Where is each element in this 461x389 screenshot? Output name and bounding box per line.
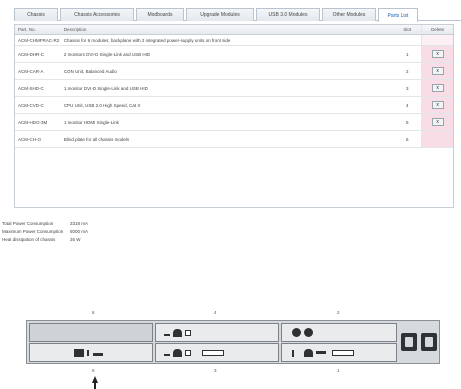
stat-value: 5000 mA: [70, 228, 89, 234]
part-number: ACM-CAR-A: [18, 68, 44, 74]
column-header-delete: Delete: [421, 25, 453, 34]
part-number: ACM-SHD-C: [18, 85, 44, 91]
delete-button[interactable]: x: [431, 50, 444, 58]
audio-jack-icon: [304, 328, 313, 337]
slot-label: 5: [92, 368, 95, 373]
slot-label: 4: [214, 310, 217, 315]
table-row: ACM-CH-O Blind plate for all chassis mod…: [15, 131, 454, 148]
led-icon: [164, 334, 170, 336]
tab-usb-modules[interactable]: USB 3.0 Modules: [256, 8, 320, 21]
power-stats: Total Power Consumption 3318 mA Maximum …: [2, 219, 110, 243]
part-description: 2 monitors DVI-D Single-Link and USB HID: [63, 51, 151, 57]
part-description: CON Unit, Balanced Audio: [63, 68, 117, 74]
table-row: ACM-HDO-3M 1 monitor HDMI Single-Link 5 …: [15, 114, 454, 131]
part-description: 1 monitor DVI-D Single-Link and USB HID: [63, 85, 148, 91]
stat-value: 26 W: [70, 236, 81, 242]
dvi-port-icon: [202, 350, 224, 356]
usb-port-icon: [185, 350, 191, 356]
part-description: CPU Unit, USB 2.0 High Speed, Cat X: [63, 102, 141, 108]
column-header-part[interactable]: Part. No.: [15, 27, 60, 32]
table-row: ACM-CHMFRAC-R2 Chassis for 6 modules, ba…: [15, 35, 454, 46]
usb-port-icon: [93, 353, 103, 356]
power-socket-icon: [421, 333, 437, 351]
usb-port-icon: [316, 351, 326, 354]
slot-number: 5: [405, 119, 409, 125]
slot-label: 1: [337, 368, 340, 373]
stat-label: Total Power Consumption: [2, 220, 54, 226]
led-icon: [164, 354, 170, 356]
column-header-slot[interactable]: Slot: [393, 27, 421, 32]
led-icon: [292, 350, 294, 357]
slot-number: 2: [405, 68, 409, 74]
dvi-port-icon: [332, 350, 354, 356]
part-description: Blind plate for all chassis models: [63, 136, 130, 142]
delete-cell: x: [421, 114, 454, 130]
delete-cell: x: [421, 97, 454, 113]
part-number: ACM-CH-O: [18, 136, 41, 142]
rj45-port-icon: [173, 349, 182, 357]
table-row: ACM-SHD-C 1 monitor DVI-D Single-Link an…: [15, 80, 454, 97]
indicator-icon: [87, 350, 89, 356]
slot-number: 3: [405, 85, 409, 91]
stat-label: Maximum Power Consumption: [2, 228, 64, 234]
slot-number: 4: [405, 102, 409, 108]
cursor-stem-icon: [94, 382, 96, 389]
delete-cell: x: [421, 63, 454, 79]
delete-cell: [421, 35, 454, 45]
part-description: 1 monitor HDMI Single-Link: [63, 119, 119, 125]
stat-label: Heat dissipation of chassis: [2, 236, 56, 242]
module-slot-4[interactable]: [155, 323, 279, 342]
delete-button[interactable]: x: [431, 118, 444, 126]
module-slot-3[interactable]: [155, 343, 279, 362]
delete-cell: [421, 131, 454, 147]
module-slot-6[interactable]: [29, 323, 153, 342]
module-slot-5[interactable]: [29, 343, 153, 362]
tab-modboards[interactable]: Modboards: [136, 8, 184, 21]
rj45-port-icon: [304, 349, 313, 357]
delete-cell: x: [421, 46, 454, 62]
part-number: ACM-CVD-C: [18, 102, 44, 108]
column-header-description[interactable]: Description: [60, 27, 393, 32]
usb-port-icon: [185, 330, 191, 336]
tab-parts-list[interactable]: Parts List: [378, 8, 418, 22]
tab-chassis-accessories[interactable]: Chassis Accessories: [60, 8, 134, 21]
part-description: Chassis for 6 modules, backplane with 2 …: [63, 37, 231, 43]
audio-jack-icon: [292, 328, 301, 337]
delete-button[interactable]: x: [431, 84, 444, 92]
slot-number: 1: [405, 51, 409, 57]
stat-row: Maximum Power Consumption 5000 mA: [2, 227, 110, 235]
tab-chassis[interactable]: Chassis: [14, 8, 58, 21]
delete-button[interactable]: x: [431, 101, 444, 109]
part-number: ACM-CHMFRAC-R2: [18, 37, 60, 43]
stat-row: Heat dissipation of chassis 26 W: [2, 235, 110, 243]
table-header: Part. No. Description Slot Delete: [15, 25, 453, 35]
chassis-rear-view: [26, 320, 440, 364]
slot-label: 3: [214, 368, 217, 373]
stat-value: 3318 mA: [70, 220, 89, 226]
slot-label: 6: [92, 310, 95, 315]
module-slot-2[interactable]: [281, 323, 397, 342]
slot-number: 6: [405, 136, 409, 142]
part-number: ACM-DHR-C: [18, 51, 44, 57]
power-socket-icon: [401, 333, 417, 351]
tab-upgrade-modules[interactable]: Upgrade Modules: [186, 8, 254, 21]
delete-button[interactable]: x: [431, 67, 444, 75]
tab-other-modules[interactable]: Other Modules: [322, 8, 376, 21]
stat-row: Total Power Consumption 3318 mA: [2, 219, 110, 227]
tab-bar: Chassis Chassis Accessories Modboards Up…: [14, 8, 461, 22]
rj45-port-icon: [173, 329, 182, 337]
module-slot-1[interactable]: [281, 343, 397, 362]
delete-cell: x: [421, 80, 454, 96]
parts-table: Part. No. Description Slot Delete ACM-CH…: [14, 24, 454, 208]
slot-label: 2: [337, 310, 340, 315]
table-row: ACM-CVD-C CPU Unit, USB 2.0 High Speed, …: [15, 97, 454, 114]
part-number: ACM-HDO-3M: [18, 119, 48, 125]
table-row: ACM-DHR-C 2 monitors DVI-D Single-Link a…: [15, 46, 454, 63]
hdmi-port-icon: [74, 349, 84, 357]
table-row: ACM-CAR-A CON Unit, Balanced Audio 2 x: [15, 63, 454, 80]
